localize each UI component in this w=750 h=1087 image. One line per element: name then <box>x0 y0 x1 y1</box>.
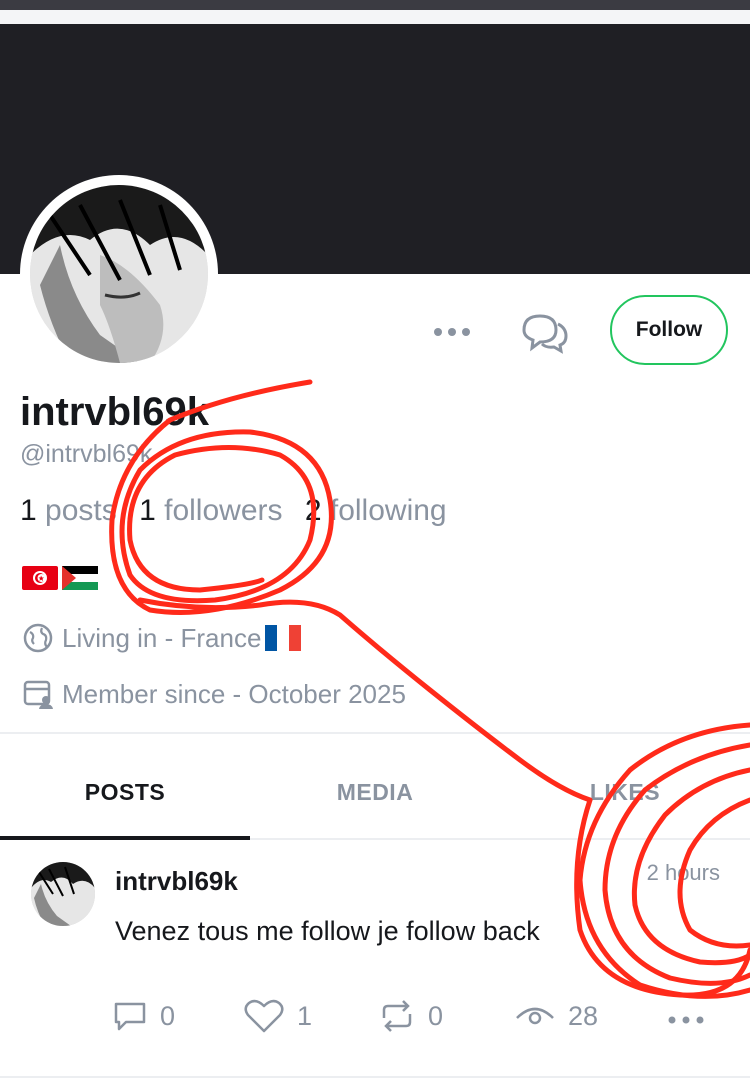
repost-icon <box>382 1000 412 1032</box>
reply-button[interactable]: 0 <box>112 998 175 1034</box>
profile-stats: 1 posts 1 followers 2 following <box>20 494 461 528</box>
tab-media[interactable]: MEDIA <box>250 770 500 814</box>
message-button[interactable] <box>518 310 570 354</box>
tab-active-indicator <box>0 836 250 840</box>
message-icon <box>522 314 568 354</box>
globe-icon <box>23 623 53 653</box>
views-button[interactable]: 28 <box>514 998 598 1034</box>
post-divider <box>0 1076 750 1078</box>
like-count: 1 <box>297 1000 313 1031</box>
post-text: Venez tous me follow je follow back <box>115 916 540 946</box>
followers-stat[interactable]: 1 followers <box>139 494 282 527</box>
following-label: following <box>329 494 447 527</box>
tab-likes[interactable]: LIKES <box>500 770 750 814</box>
more-dots-icon <box>434 328 470 336</box>
member-since-row: Member since - October 2025 <box>22 678 406 710</box>
bio-flags <box>22 566 98 590</box>
calendar-user-icon <box>23 680 53 709</box>
eye-icon <box>516 1007 554 1025</box>
location-row: Living in - France <box>22 622 309 654</box>
member-since-text: Member since - October 2025 <box>62 678 406 709</box>
posts-label: posts <box>45 494 117 527</box>
tab-posts[interactable]: POSTS <box>0 770 250 814</box>
top-strip <box>0 0 750 10</box>
follow-button[interactable]: Follow <box>610 295 728 365</box>
post-time: 2 hours <box>646 860 720 885</box>
post-more-button[interactable] <box>666 1012 706 1028</box>
heart-icon <box>244 999 284 1033</box>
reply-icon <box>114 1002 146 1031</box>
location-text: Living in - France <box>62 622 262 653</box>
top-strip-separator <box>0 10 750 24</box>
followers-label: followers <box>164 494 283 527</box>
france-flag <box>265 625 302 651</box>
post-avatar[interactable] <box>31 862 95 926</box>
more-options-button[interactable] <box>430 318 474 346</box>
profile-divider <box>0 732 750 734</box>
following-stat[interactable]: 2 following <box>305 494 447 527</box>
posts-stat[interactable]: 1 posts <box>20 494 117 527</box>
profile-handle: @intrvbl69k <box>20 440 153 468</box>
avatar[interactable] <box>30 185 208 363</box>
views-count: 28 <box>568 1000 599 1031</box>
post-author[interactable]: intrvbl69k <box>115 866 238 897</box>
tunisia-flag <box>22 566 58 590</box>
posts-count: 1 <box>20 494 37 527</box>
reply-count: 0 <box>160 1000 176 1031</box>
followers-count: 1 <box>139 494 156 527</box>
following-count: 2 <box>304 494 322 527</box>
profile-display-name: intrvbl69k <box>20 390 209 434</box>
like-button[interactable]: 1 <box>243 998 312 1034</box>
more-dots-icon <box>668 1016 704 1024</box>
repost-button[interactable]: 0 <box>378 998 443 1034</box>
repost-count: 0 <box>428 1000 444 1031</box>
palestine-flag <box>62 566 98 590</box>
